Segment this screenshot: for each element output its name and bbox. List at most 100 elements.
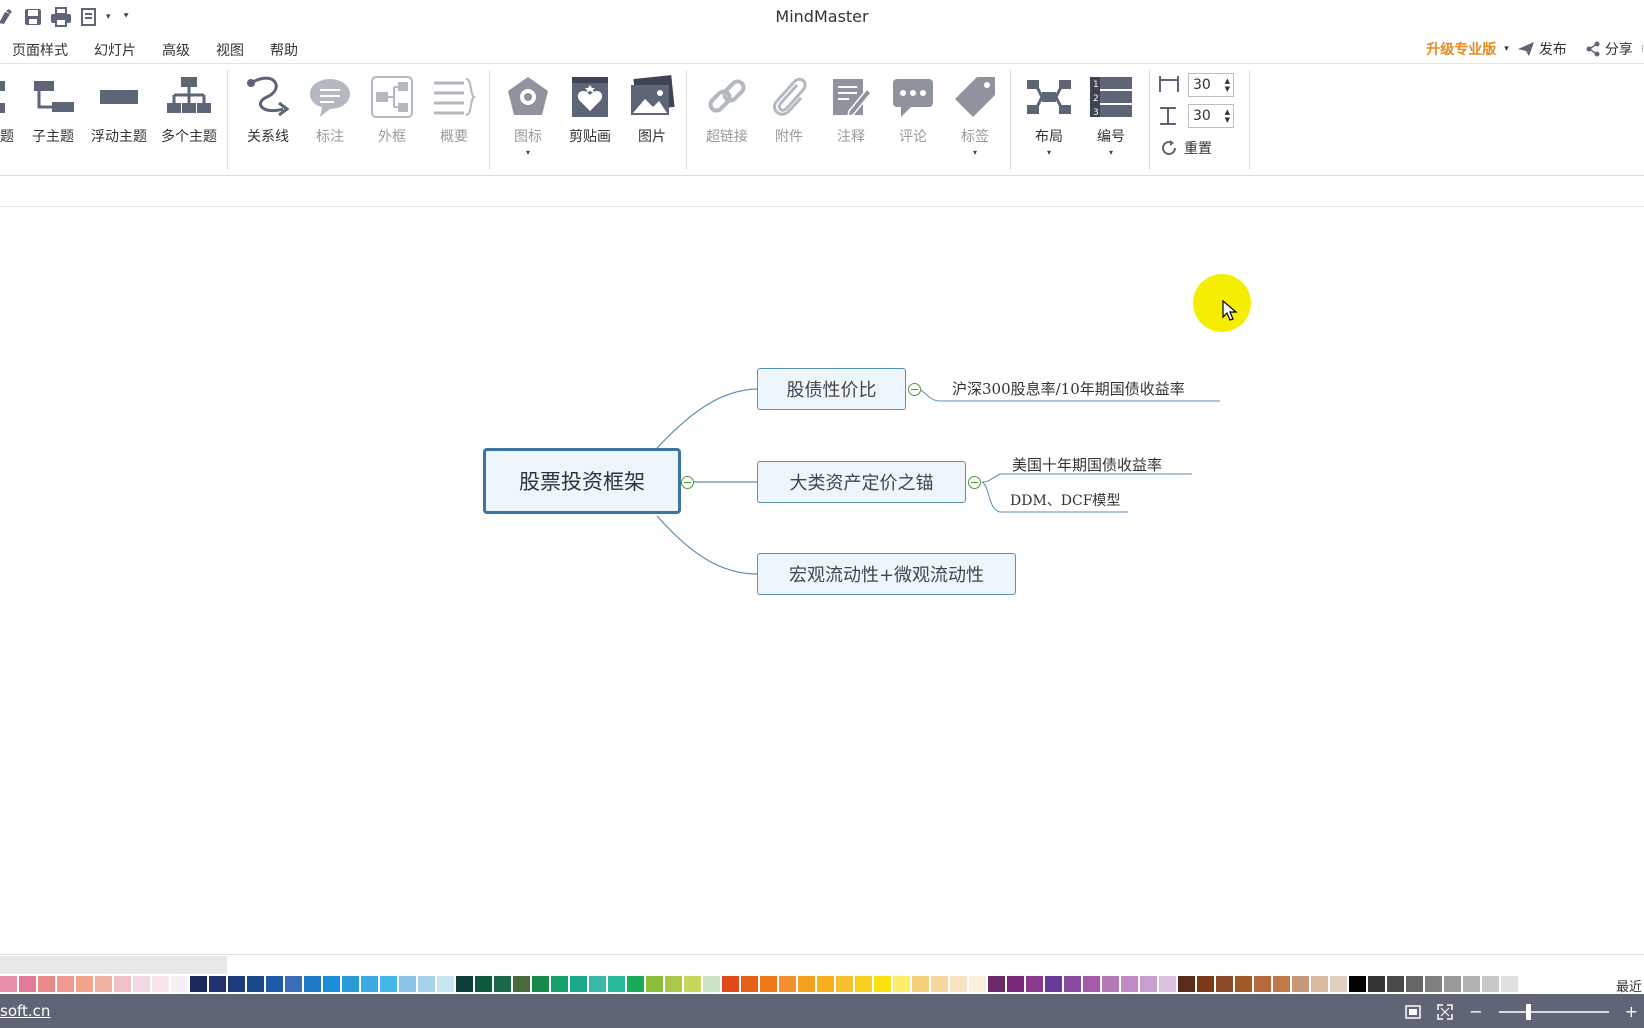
- color-swatch[interactable]: [589, 976, 606, 992]
- color-swatch[interactable]: [418, 976, 435, 992]
- tag-button[interactable]: 标签 ▾: [944, 72, 1006, 157]
- color-swatch[interactable]: [893, 976, 910, 992]
- color-swatch[interactable]: [323, 976, 340, 992]
- color-swatch[interactable]: [266, 976, 283, 992]
- summary-button[interactable]: 概要: [423, 72, 485, 146]
- scrollbar-thumb[interactable]: [0, 956, 227, 974]
- horizontal-scrollbar[interactable]: [0, 954, 1644, 974]
- central-topic[interactable]: 股票投资框架: [483, 448, 681, 514]
- color-swatch[interactable]: [247, 976, 264, 992]
- color-swatch[interactable]: [1102, 976, 1119, 992]
- subtopic[interactable]: 沪深300股息率/10年期国债收益率: [952, 378, 1185, 399]
- color-swatch[interactable]: [1235, 976, 1252, 992]
- subtopic[interactable]: DDM、DCF模型: [1010, 490, 1120, 510]
- zoom-in-icon[interactable]: +: [1625, 1002, 1638, 1021]
- comment-button[interactable]: 评论: [882, 72, 944, 146]
- color-swatch[interactable]: [475, 976, 492, 992]
- publish-button[interactable]: 发布: [1517, 39, 1567, 59]
- color-swatch[interactable]: [1444, 976, 1461, 992]
- color-swatch[interactable]: [608, 976, 625, 992]
- menu-help[interactable]: 帮助: [270, 40, 298, 60]
- topic-button[interactable]: 题: [0, 72, 16, 146]
- color-swatch[interactable]: [304, 976, 321, 992]
- color-swatch[interactable]: [874, 976, 891, 992]
- color-swatch[interactable]: [494, 976, 511, 992]
- zoom-slider[interactable]: [1498, 1003, 1609, 1020]
- relationship-button[interactable]: 关系线: [237, 72, 299, 146]
- color-swatch[interactable]: [190, 976, 207, 992]
- color-swatch[interactable]: [1216, 976, 1233, 992]
- zoom-slider-thumb[interactable]: [1525, 1003, 1531, 1020]
- reset-button[interactable]: 重置: [1160, 138, 1212, 158]
- color-swatch[interactable]: [1273, 976, 1290, 992]
- color-swatch[interactable]: [437, 976, 454, 992]
- callout-button[interactable]: 标注: [299, 72, 361, 146]
- color-swatch[interactable]: [1349, 976, 1366, 992]
- hyperlink-button[interactable]: 超链接: [696, 72, 758, 146]
- color-swatch[interactable]: [1159, 976, 1176, 992]
- color-swatch[interactable]: [1140, 976, 1157, 992]
- color-swatch[interactable]: [209, 976, 226, 992]
- color-swatch[interactable]: [570, 976, 587, 992]
- color-swatch[interactable]: [646, 976, 663, 992]
- color-swatch[interactable]: [1330, 976, 1347, 992]
- main-topic[interactable]: 股债性价比: [757, 368, 906, 410]
- color-swatch[interactable]: [798, 976, 815, 992]
- color-swatch[interactable]: [703, 976, 720, 992]
- mindmap-canvas[interactable]: 股票投资框架 股债性价比 沪深300股息率/10年期国债收益率 大类资产定价之锚…: [0, 208, 1644, 954]
- clipart-button[interactable]: 剪贴画: [559, 72, 621, 146]
- recent-colors-label[interactable]: 最近: [1609, 976, 1642, 995]
- note-button[interactable]: 注释: [820, 72, 882, 146]
- color-swatch[interactable]: [399, 976, 416, 992]
- color-swatch[interactable]: [1083, 976, 1100, 992]
- icon-dropdown-icon[interactable]: ▾: [497, 148, 559, 157]
- tag-dropdown-icon[interactable]: ▾: [944, 148, 1006, 157]
- color-swatch[interactable]: [760, 976, 777, 992]
- color-swatch[interactable]: [1387, 976, 1404, 992]
- picture-button[interactable]: 图片: [621, 72, 683, 146]
- color-swatch[interactable]: [1425, 976, 1442, 992]
- color-swatch[interactable]: [0, 976, 17, 992]
- color-swatch[interactable]: [1121, 976, 1138, 992]
- color-swatch[interactable]: [114, 976, 131, 992]
- color-swatch[interactable]: [1482, 976, 1499, 992]
- color-swatch[interactable]: [456, 976, 473, 992]
- color-swatch[interactable]: [1463, 976, 1480, 992]
- color-swatch[interactable]: [133, 976, 150, 992]
- color-swatch[interactable]: [684, 976, 701, 992]
- color-swatch[interactable]: [285, 976, 302, 992]
- color-swatch[interactable]: [627, 976, 644, 992]
- attachment-button[interactable]: 附件: [758, 72, 820, 146]
- color-swatch[interactable]: [342, 976, 359, 992]
- color-swatch[interactable]: [95, 976, 112, 992]
- color-swatch[interactable]: [532, 976, 549, 992]
- color-swatch[interactable]: [1026, 976, 1043, 992]
- color-swatch[interactable]: [380, 976, 397, 992]
- subtopic[interactable]: 美国十年期国债收益率: [1012, 454, 1162, 475]
- color-swatch[interactable]: [19, 976, 36, 992]
- color-swatch[interactable]: [228, 976, 245, 992]
- page-view-icon[interactable]: [1405, 1004, 1421, 1019]
- boundary-button[interactable]: 外框: [361, 72, 423, 146]
- color-swatch[interactable]: [665, 976, 682, 992]
- color-swatch[interactable]: [817, 976, 834, 992]
- collapse-toggle-icon[interactable]: [968, 476, 981, 489]
- color-swatch[interactable]: [1254, 976, 1271, 992]
- upgrade-dropdown-icon[interactable]: ▾: [1504, 44, 1509, 54]
- main-topic[interactable]: 大类资产定价之锚: [757, 461, 966, 503]
- color-swatch[interactable]: [57, 976, 74, 992]
- menu-page-style[interactable]: 页面样式: [12, 40, 68, 60]
- menu-advanced[interactable]: 高级: [162, 40, 190, 60]
- color-swatch[interactable]: [551, 976, 568, 992]
- layout-dropdown-icon[interactable]: ▾: [1018, 148, 1080, 157]
- floating-topic-button[interactable]: 浮动主题: [87, 72, 151, 146]
- color-swatch[interactable]: [1178, 976, 1195, 992]
- color-swatch[interactable]: [836, 976, 853, 992]
- color-swatch[interactable]: [152, 976, 169, 992]
- color-swatch[interactable]: [912, 976, 929, 992]
- color-swatch[interactable]: [1045, 976, 1062, 992]
- horizontal-spacing-value[interactable]: 30: [1193, 77, 1211, 93]
- website-link[interactable]: soft.cn: [0, 1002, 50, 1020]
- color-swatch[interactable]: [38, 976, 55, 992]
- zoom-out-icon[interactable]: −: [1469, 1002, 1482, 1021]
